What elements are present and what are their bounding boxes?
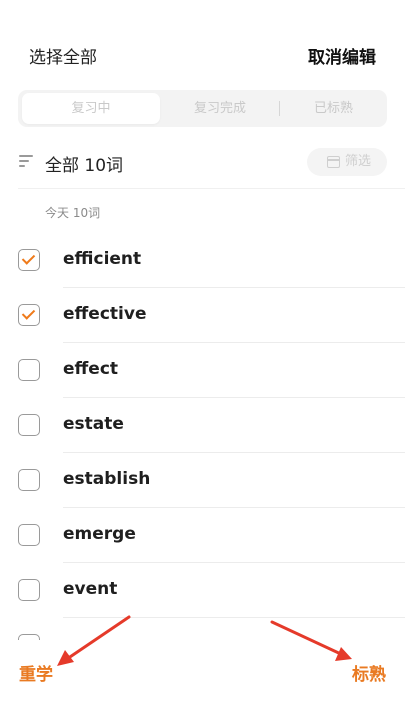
checkbox[interactable] — [18, 524, 40, 546]
list-item-partial[interactable] — [0, 618, 405, 640]
top-bar: 选择全部 取消编辑 — [0, 0, 405, 80]
word-text: estate — [63, 414, 124, 434]
status-tabs: 复习中 复习完成 已标熟 — [18, 90, 387, 127]
checkbox[interactable] — [18, 414, 40, 436]
list-item[interactable]: effective — [0, 288, 405, 343]
mark-known-button[interactable]: 标熟 — [352, 660, 386, 685]
checkbox-checked[interactable] — [18, 304, 40, 326]
filter-button-label: 筛选 — [345, 154, 372, 169]
tab-marked-known[interactable]: 已标熟 — [280, 90, 387, 127]
checkbox[interactable] — [18, 579, 40, 601]
word-list: efficient effective effect estate establ… — [0, 233, 405, 640]
filter-button[interactable]: 筛选 — [307, 148, 387, 176]
tab-review-done[interactable]: 复习完成 — [160, 90, 280, 127]
tab-reviewing[interactable]: 复习中 — [22, 93, 160, 124]
word-text: effect — [63, 359, 119, 379]
checkbox[interactable] — [18, 359, 40, 381]
select-all-button[interactable]: 选择全部 — [29, 43, 97, 68]
list-item[interactable]: effect — [0, 343, 405, 398]
word-text: effective — [63, 304, 147, 324]
calendar-icon — [327, 156, 340, 168]
all-words-count[interactable]: 全部 10词 — [45, 151, 123, 176]
word-text: establish — [63, 469, 151, 489]
word-text: emerge — [63, 524, 136, 544]
list-item[interactable]: efficient — [0, 233, 405, 288]
list-item[interactable]: estate — [0, 398, 405, 453]
bottom-action-bar: 重学 标熟 — [0, 640, 405, 720]
checkbox-checked[interactable] — [18, 249, 40, 271]
word-text: efficient — [63, 249, 142, 269]
relearn-button[interactable]: 重学 — [19, 660, 53, 685]
filter-row: 全部 10词 筛选 — [0, 142, 405, 182]
sort-icon[interactable] — [19, 155, 33, 167]
day-group-header: 今天 10词 — [45, 206, 101, 220]
list-item[interactable]: establish — [0, 453, 405, 508]
divider — [18, 188, 405, 189]
list-item[interactable]: emerge — [0, 508, 405, 563]
word-text: event — [63, 579, 118, 599]
list-item[interactable]: event — [0, 563, 405, 618]
checkbox[interactable] — [18, 469, 40, 491]
cancel-edit-button[interactable]: 取消编辑 — [308, 43, 376, 68]
